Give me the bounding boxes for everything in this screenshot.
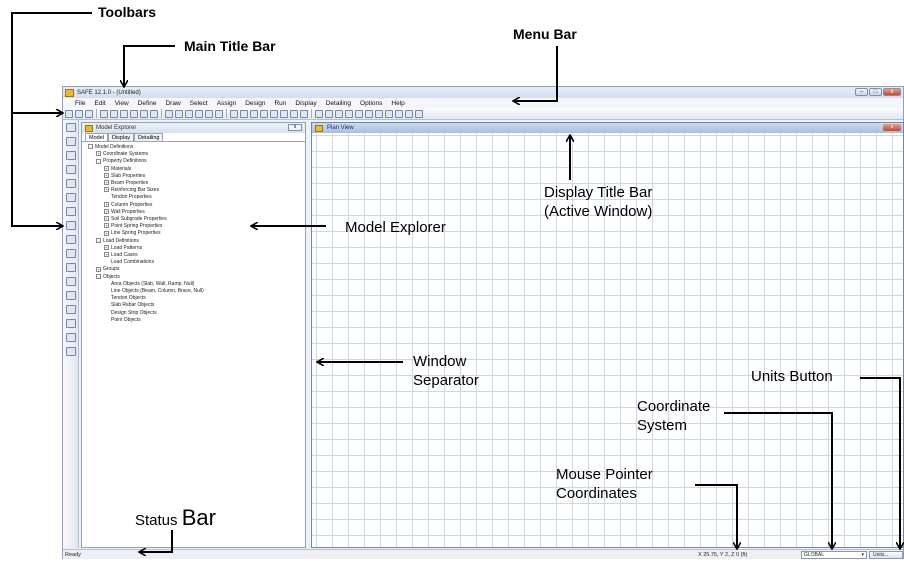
coordinate-system-arrow [724, 412, 832, 548]
label-units-button: Units Button [751, 368, 833, 385]
label-bar-word: Bar [181, 505, 216, 530]
annotation-arrows [11, 12, 904, 563]
label-status-word: Status [135, 512, 178, 529]
label-mouse-pointer-line2: Coordinates [556, 485, 637, 502]
label-coordinate-system-line1: Coordinate [637, 398, 711, 415]
label-coordinate-system: Coordinate System [637, 397, 710, 435]
label-window-separator-line2: Separator [413, 372, 479, 389]
main-title-bar-arrow [124, 45, 175, 86]
label-mouse-pointer-coordinates: Mouse Pointer Coordinates [556, 465, 653, 503]
status-bar-arrow [140, 530, 173, 552]
label-display-title-bar-line2: (Active Window) [544, 203, 653, 220]
menu-bar-arrow [514, 46, 558, 101]
label-status-bar: Status Bar [135, 505, 216, 531]
label-window-separator: Window Separator [413, 352, 479, 390]
label-display-title-bar: Display Title Bar (Active Window) [544, 183, 652, 221]
label-window-separator-line1: Window [413, 353, 467, 370]
label-coordinate-system-line2: System [637, 417, 688, 434]
toolbars-arrow-left [11, 12, 92, 226]
label-toolbars: Toolbars [98, 4, 157, 20]
units-button-arrow [860, 377, 900, 548]
mouse-coordinates-arrow [695, 484, 737, 548]
label-main-title-bar: Main Title Bar [184, 38, 276, 54]
label-menu-bar: Menu Bar [513, 26, 577, 42]
label-model-explorer: Model Explorer [345, 219, 446, 236]
label-display-title-bar-line1: Display Title Bar [544, 184, 653, 201]
label-mouse-pointer-line1: Mouse Pointer [556, 466, 653, 483]
